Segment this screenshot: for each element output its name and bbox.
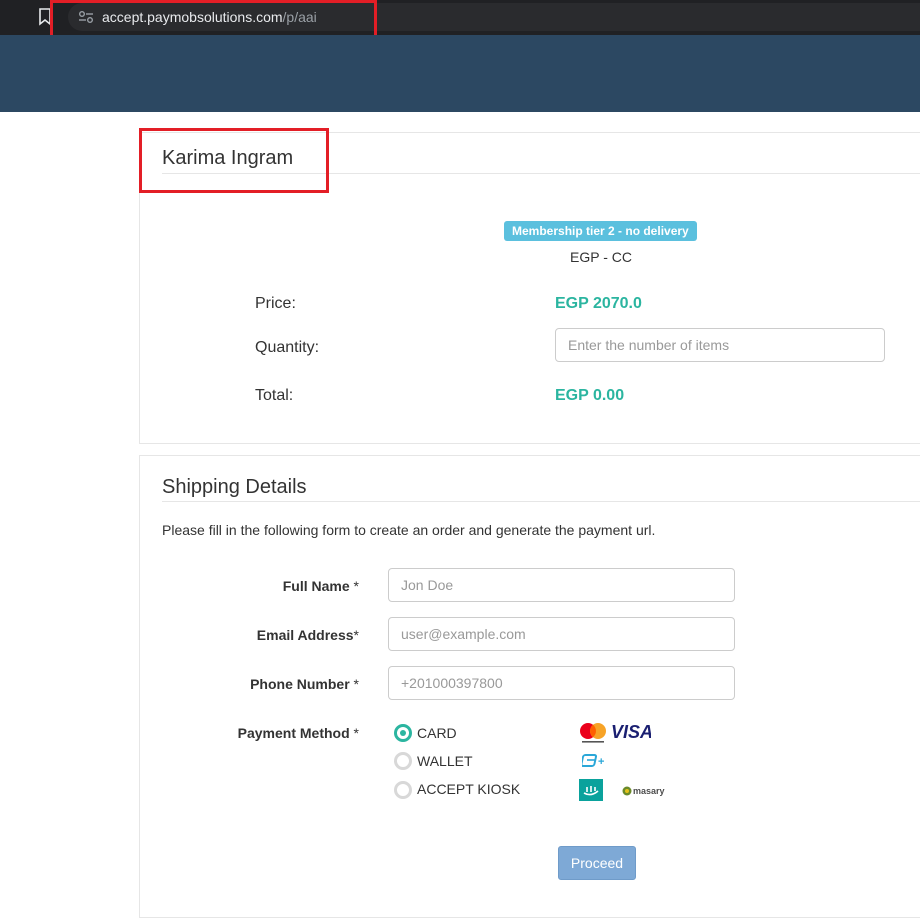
- form-intro: Please fill in the following form to cre…: [162, 522, 656, 538]
- wallet-icon: +: [582, 754, 604, 768]
- price-value: EGP 2070.0: [555, 295, 642, 312]
- masary-icon: masary: [622, 786, 665, 796]
- payment-option-card[interactable]: CARD: [417, 725, 457, 741]
- email-label: Email Address*: [256, 627, 359, 643]
- phone-input[interactable]: [388, 666, 735, 700]
- quantity-input[interactable]: [555, 328, 885, 362]
- payment-method-label: Payment Method *: [237, 725, 359, 741]
- payment-radio-card[interactable]: [394, 724, 412, 742]
- mastercard-icon: [580, 723, 606, 743]
- payment-option-kiosk[interactable]: ACCEPT KIOSK: [417, 781, 520, 797]
- membership-badge: Membership tier 2 - no delivery: [504, 221, 697, 241]
- price-label: Price:: [255, 295, 296, 312]
- total-value: EGP 0.00: [555, 387, 625, 404]
- proceed-button[interactable]: Proceed: [558, 846, 636, 880]
- shipping-panel: Shipping Details Please fill in the foll…: [139, 455, 920, 918]
- panel-divider: [162, 501, 920, 502]
- svg-text:+: +: [598, 756, 604, 768]
- quantity-label: Quantity:: [255, 339, 320, 356]
- title-highlight-box: [139, 128, 329, 193]
- total-label: Total:: [255, 387, 294, 404]
- shipping-title: Shipping Details: [162, 476, 307, 498]
- payment-radio-kiosk[interactable]: [394, 781, 412, 799]
- visa-icon: VISA: [611, 722, 651, 742]
- full-name-label: Full Name *: [282, 578, 359, 594]
- aman-icon: [579, 779, 603, 801]
- email-input[interactable]: [388, 617, 735, 651]
- currency-label: EGP - CC: [570, 249, 632, 265]
- svg-text:VISA: VISA: [611, 722, 651, 742]
- site-header: [0, 35, 920, 112]
- payment-radio-wallet[interactable]: [394, 752, 412, 770]
- svg-text:masary: masary: [633, 786, 665, 796]
- full-name-input[interactable]: [388, 568, 735, 602]
- payment-option-wallet[interactable]: WALLET: [417, 753, 473, 769]
- phone-label: Phone Number *: [250, 676, 359, 692]
